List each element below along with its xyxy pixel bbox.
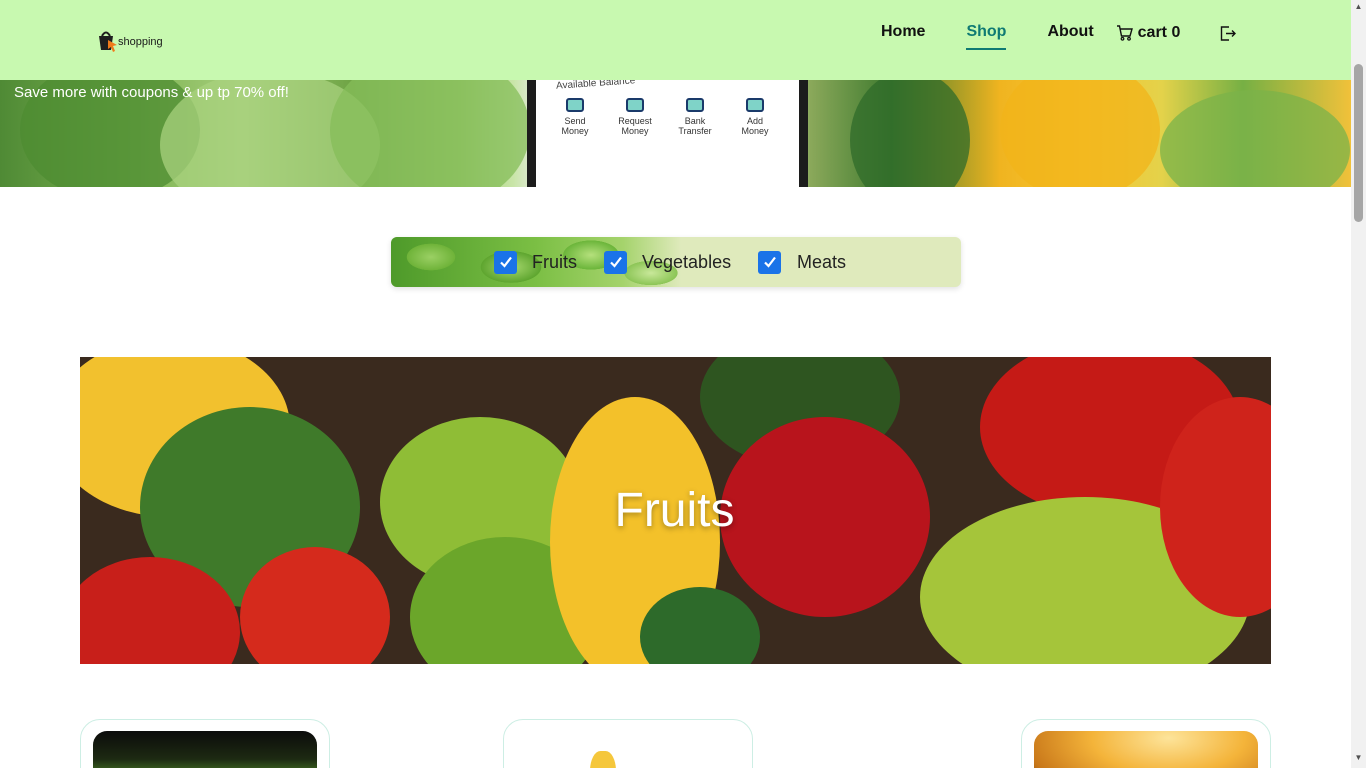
filter-label: Fruits (532, 251, 577, 272)
site-header: shopping Home Shop About cart 0 (0, 0, 1351, 80)
product-card[interactable] (503, 719, 753, 768)
meats-checkbox[interactable] (758, 250, 781, 274)
product-card[interactable] (80, 719, 330, 768)
product-card[interactable] (1021, 719, 1271, 768)
hero-leaf-decoration (1160, 90, 1350, 187)
phone-action-label: Send Money (561, 116, 589, 136)
cart-icon (1116, 25, 1133, 41)
product-image (516, 731, 740, 768)
scroll-up-icon[interactable]: ▲ (1354, 3, 1363, 11)
filter-fruits[interactable]: Fruits (494, 249, 577, 275)
hero-gourd-decoration (850, 70, 970, 187)
logo-text: shopping (118, 36, 163, 48)
scroll-thumb[interactable] (1354, 64, 1363, 222)
fruits-checkbox[interactable] (494, 250, 517, 274)
phone-action-label: Add Money (741, 116, 769, 136)
category-filter: Fruits Vegetables Meats (391, 237, 961, 287)
check-icon (763, 256, 776, 268)
main-nav: Home Shop About cart 0 (881, 20, 1237, 50)
phone-action-add: Add Money (734, 98, 776, 136)
promo-text: Save more with coupons & up tp 70% off! (14, 84, 289, 101)
filter-label: Meats (797, 251, 847, 272)
phone-action-send: Send Money (554, 98, 596, 136)
product-image (1034, 731, 1258, 768)
site-logo[interactable]: shopping (92, 24, 172, 56)
check-icon (499, 256, 512, 268)
nav-home-link[interactable]: Home (881, 20, 925, 46)
phone-mockup: Available Balance Send Money Request Mon… (527, 75, 808, 187)
add-money-icon (746, 98, 764, 112)
category-title: Fruits (614, 484, 735, 537)
logout-icon (1221, 25, 1237, 41)
vegetables-checkbox[interactable] (604, 250, 627, 274)
page-scrollbar[interactable]: ▲ ▼ (1351, 0, 1366, 768)
cart-label: cart 0 (1137, 24, 1181, 41)
phone-action-transfer: Bank Transfer (674, 98, 716, 136)
product-image (93, 731, 317, 768)
shopping-bag-cursor-icon (92, 26, 120, 54)
bank-transfer-icon (686, 98, 704, 112)
phone-action-label: Request Money (618, 116, 652, 136)
request-money-icon (626, 98, 644, 112)
send-money-icon (566, 98, 584, 112)
logout-button[interactable] (1220, 25, 1237, 41)
nav-shop-link[interactable]: Shop (966, 20, 1007, 50)
nav-about-link[interactable]: About (1047, 20, 1093, 46)
scroll-down-icon[interactable]: ▼ (1354, 754, 1363, 762)
filter-vegetables[interactable]: Vegetables (604, 249, 731, 275)
cart-button[interactable]: cart 0 (1116, 24, 1181, 42)
phone-actions: Send Money Request Money Bank Transfer A… (554, 98, 776, 136)
banana-image (590, 751, 616, 768)
check-icon (609, 256, 622, 268)
phone-action-label: Bank Transfer (678, 116, 712, 136)
filter-meats[interactable]: Meats (758, 249, 846, 275)
phone-action-request: Request Money (614, 98, 656, 136)
page: Available Balance Send Money Request Mon… (0, 0, 1366, 768)
filter-label: Vegetables (642, 251, 732, 272)
category-banner: Fruits (80, 357, 1271, 664)
